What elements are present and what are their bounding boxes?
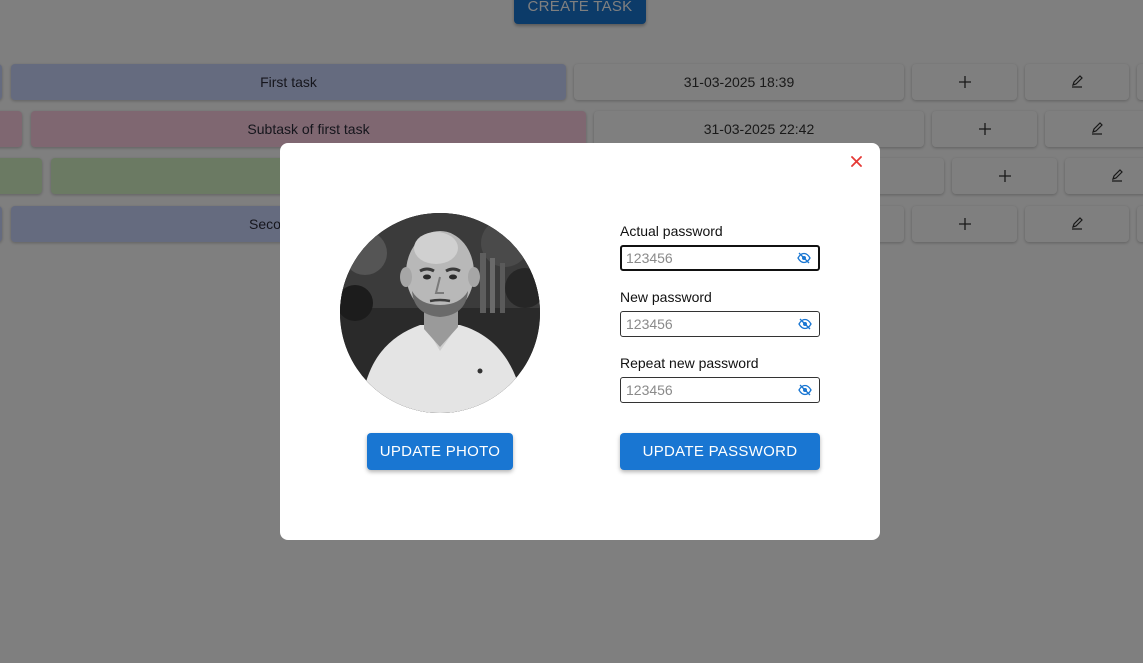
new-password-box	[620, 311, 820, 337]
repeat-password-field: Repeat new password	[620, 355, 820, 403]
eye-off-icon	[798, 318, 812, 330]
update-photo-button[interactable]: UPDATE PHOTO	[367, 433, 513, 470]
actual-password-input[interactable]	[626, 250, 796, 266]
new-password-field: New password	[620, 289, 820, 337]
eye-off-icon	[798, 384, 812, 396]
actual-password-box	[620, 245, 820, 271]
new-password-label: New password	[620, 289, 712, 305]
repeat-password-label: Repeat new password	[620, 355, 759, 371]
close-button[interactable]	[848, 153, 864, 169]
toggle-visibility-button[interactable]	[797, 382, 813, 398]
new-password-input[interactable]	[626, 316, 797, 332]
profile-photo-image	[340, 213, 540, 413]
profile-photo	[340, 213, 540, 413]
profile-modal: UPDATE PHOTO Actual password New passwor…	[280, 143, 880, 540]
repeat-password-input[interactable]	[626, 382, 797, 398]
update-password-button[interactable]: UPDATE PASSWORD	[620, 433, 820, 470]
toggle-visibility-button[interactable]	[797, 316, 813, 332]
eye-off-icon	[797, 252, 811, 264]
actual-password-field: Actual password	[620, 223, 820, 271]
toggle-visibility-button[interactable]	[796, 250, 812, 266]
repeat-password-box	[620, 377, 820, 403]
close-icon	[850, 155, 862, 167]
actual-password-label: Actual password	[620, 223, 723, 239]
